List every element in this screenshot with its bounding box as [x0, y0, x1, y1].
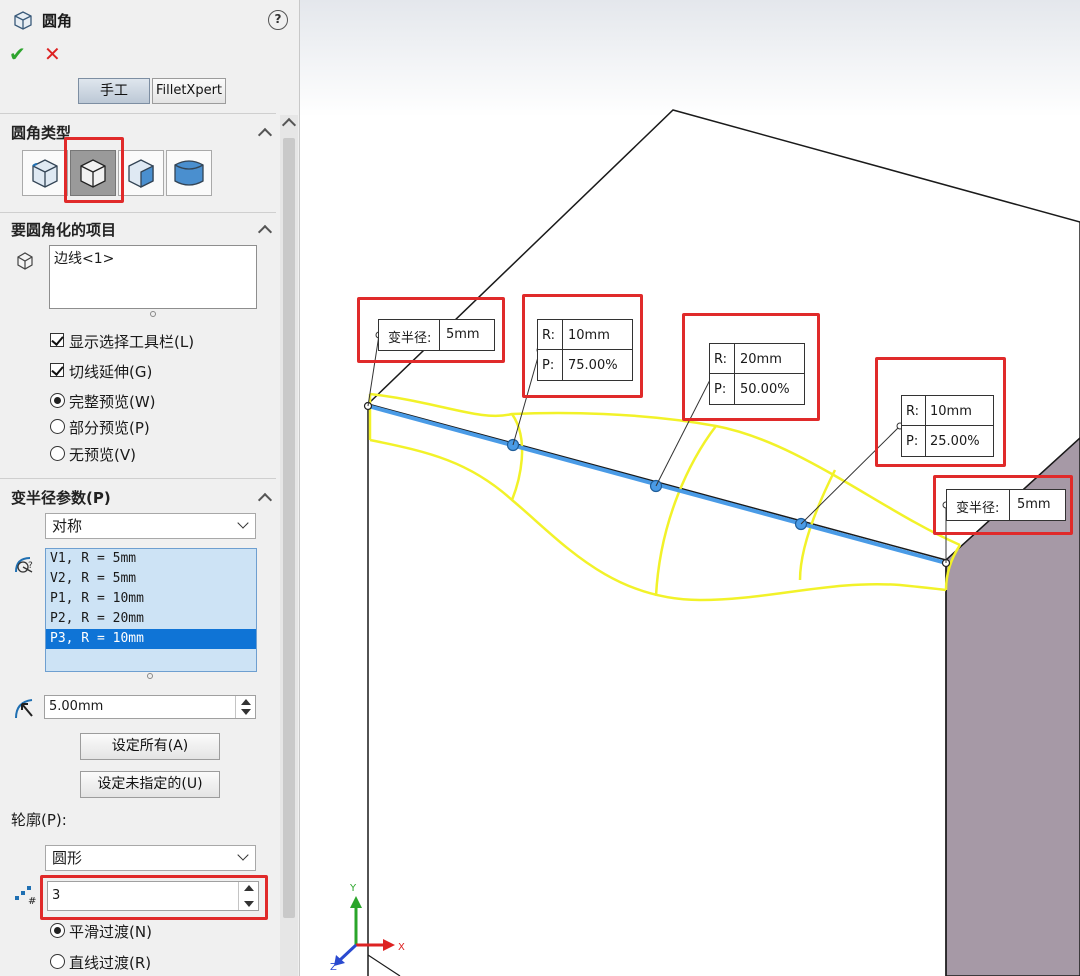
radius-spinner[interactable]	[235, 696, 255, 718]
divider	[0, 212, 276, 213]
spin-up-icon[interactable]	[241, 699, 251, 705]
tab-manual[interactable]: 手工	[78, 78, 150, 104]
smooth-transition-label: 平滑过渡(N)	[69, 923, 152, 941]
highlight-callout-p1	[522, 294, 643, 398]
property-manager-panel: 圆角 ? ✔ ✕ 手工 FilletXpert 圆角类型 要圆角化的项目 边线<…	[0, 0, 300, 976]
list-item[interactable]: P1, R = 10mm	[46, 589, 256, 609]
straight-transition-label: 直线过渡(R)	[69, 954, 152, 972]
svg-text:#: #	[28, 896, 36, 906]
triad-x-label: X	[398, 942, 405, 953]
highlight-callout-v2	[933, 475, 1073, 535]
instances-icon: #	[15, 886, 36, 906]
full-preview-radio[interactable]	[50, 393, 65, 408]
collapse-items-icon[interactable]	[258, 223, 272, 237]
svg-text:?: ?	[28, 561, 33, 571]
set-unassigned-button[interactable]: 设定未指定的(U)	[80, 771, 220, 798]
radius-value: 5.00mm	[49, 699, 104, 714]
collapse-variable-params-icon[interactable]	[258, 491, 272, 505]
variable-radius-list[interactable]: V1, R = 5mm V2, R = 5mm P1, R = 10mm P2,…	[45, 548, 257, 672]
section-fillet-type: 圆角类型	[11, 124, 72, 142]
list-item[interactable]: P2, R = 20mm	[46, 609, 256, 629]
profile-label: 轮廓(P):	[11, 811, 67, 829]
highlight-instances	[40, 875, 268, 920]
radius-icon	[15, 699, 33, 719]
items-listbox[interactable]: 边线<1>	[49, 245, 257, 309]
face-fillet-icon	[128, 159, 154, 189]
highlight-callout-v1	[357, 297, 505, 363]
fillet-feature-icon	[14, 11, 32, 30]
edge-selection-icon	[17, 252, 33, 270]
list-item[interactable]: V1, R = 5mm	[46, 549, 256, 569]
divider	[0, 113, 276, 114]
chevron-down-icon	[237, 517, 249, 529]
show-selection-toolbar-checkbox[interactable]	[50, 333, 64, 347]
smooth-transition-radio[interactable]	[50, 923, 65, 938]
list-item[interactable]: 边线<1>	[50, 246, 256, 270]
profile-dropdown[interactable]: 圆形	[45, 845, 256, 871]
set-all-button[interactable]: 设定所有(A)	[80, 733, 220, 760]
tab-filletxpert[interactable]: FilletXpert	[152, 78, 226, 104]
spin-down-icon[interactable]	[241, 709, 251, 715]
full-preview-label: 完整预览(W)	[69, 393, 156, 411]
constant-size-fillet-button[interactable]	[22, 150, 68, 196]
highlight-variable-fillet	[64, 137, 124, 203]
highlight-callout-p3	[875, 357, 1006, 467]
straight-transition-radio[interactable]	[50, 954, 65, 969]
full-round-fillet-icon	[174, 160, 204, 186]
full-round-fillet-button[interactable]	[166, 150, 212, 196]
face-fillet-button[interactable]	[118, 150, 164, 196]
list-item[interactable]: V2, R = 5mm	[46, 569, 256, 589]
partial-preview-label: 部分预览(P)	[69, 419, 150, 437]
chevron-down-icon	[237, 849, 249, 861]
no-preview-radio[interactable]	[50, 446, 65, 461]
section-variable-params: 变半径参数(P)	[11, 489, 111, 507]
panel-scrollbar-thumb[interactable]	[283, 138, 295, 918]
list-item-selected[interactable]: P3, R = 10mm	[46, 629, 256, 649]
section-items-to-fillet: 要圆角化的项目	[11, 221, 117, 239]
panel-title: 圆角	[42, 12, 73, 30]
divider	[0, 478, 276, 479]
partial-preview-radio[interactable]	[50, 419, 65, 434]
tangent-propagation-label: 切线延伸(G)	[69, 363, 153, 381]
ok-button[interactable]: ✔	[9, 42, 26, 66]
radius-input[interactable]: 5.00mm	[44, 695, 256, 719]
resize-handle[interactable]	[147, 673, 153, 679]
graphics-area[interactable]: Y X Z 变半径: 5mm R: 10mm P: 75.00% R: 20mm…	[300, 0, 1080, 976]
symmetry-dropdown[interactable]: 对称	[45, 513, 256, 539]
profile-dropdown-value: 圆形	[52, 849, 83, 867]
constant-fillet-icon	[32, 159, 58, 188]
triad-y-label: Y	[350, 883, 357, 894]
resize-handle[interactable]	[150, 311, 156, 317]
triad-z-label: Z	[330, 962, 337, 973]
highlight-callout-p2	[682, 313, 820, 421]
symmetry-dropdown-value: 对称	[52, 517, 83, 535]
help-button[interactable]: ?	[268, 10, 288, 30]
no-preview-label: 无预览(V)	[69, 446, 136, 464]
collapse-fillet-type-icon[interactable]	[258, 126, 272, 140]
cancel-button[interactable]: ✕	[44, 42, 61, 66]
tangent-propagation-checkbox[interactable]	[50, 363, 64, 377]
show-selection-toolbar-label: 显示选择工具栏(L)	[69, 333, 195, 351]
vertex-radius-icon: ?	[15, 557, 33, 573]
